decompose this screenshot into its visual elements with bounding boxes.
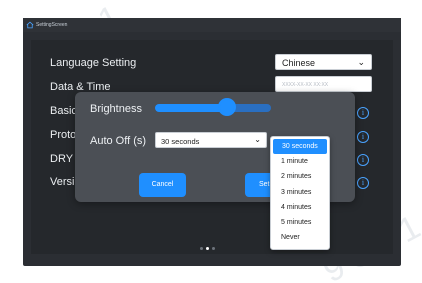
info-icon[interactable]: i: [357, 107, 369, 119]
info-icon[interactable]: i: [357, 154, 369, 166]
date-time-field[interactable]: XXXX-XX-XX XX:XX: [275, 76, 372, 92]
dropdown-option[interactable]: 4 minutes: [273, 200, 327, 215]
auto-off-dropdown: 30 seconds 1 minute 2 minutes 3 minutes 4 mi…: [270, 136, 330, 250]
language-select[interactable]: Chinese ⌄: [275, 54, 372, 70]
brightness-slider[interactable]: [155, 104, 271, 112]
auto-off-label: Auto Off (s): [90, 135, 147, 147]
language-select-value: Chinese: [282, 58, 316, 68]
brightness-label: Brightness: [90, 103, 142, 115]
top-bar: SettingScreen: [23, 18, 401, 32]
info-icon[interactable]: i: [357, 131, 369, 143]
home-icon[interactable]: [26, 21, 34, 29]
cancel-button[interactable]: Cancel: [139, 173, 186, 197]
brightness-slider-thumb[interactable]: [219, 100, 234, 114]
proto-label: Proto: [50, 129, 77, 141]
page-dot[interactable]: [200, 247, 203, 250]
dropdown-option[interactable]: 5 minutes: [273, 215, 327, 230]
chevron-down-icon: ⌄: [254, 135, 261, 144]
page-dot[interactable]: [212, 247, 215, 250]
info-icon[interactable]: i: [357, 177, 369, 189]
auto-off-select[interactable]: 30 seconds ⌄: [155, 132, 267, 148]
language-setting-label: Language Setting: [50, 57, 137, 69]
auto-off-select-value: 30 seconds: [161, 136, 200, 146]
screen-title: SettingScreen: [36, 21, 68, 28]
dropdown-option[interactable]: 1 minute: [273, 154, 327, 169]
dropdown-option[interactable]: Never: [273, 230, 327, 245]
date-time-placeholder: XXXX-XX-XX XX:XX: [282, 82, 329, 88]
page-dot-active[interactable]: [206, 247, 209, 250]
chevron-down-icon: ⌄: [357, 57, 365, 67]
brightness-slider-fill: [155, 104, 227, 112]
basic-label: Basic: [50, 105, 77, 117]
dropdown-option[interactable]: 2 minutes: [273, 169, 327, 184]
dropdown-option[interactable]: 30 seconds: [273, 139, 327, 155]
dropdown-option[interactable]: 3 minutes: [273, 185, 327, 200]
